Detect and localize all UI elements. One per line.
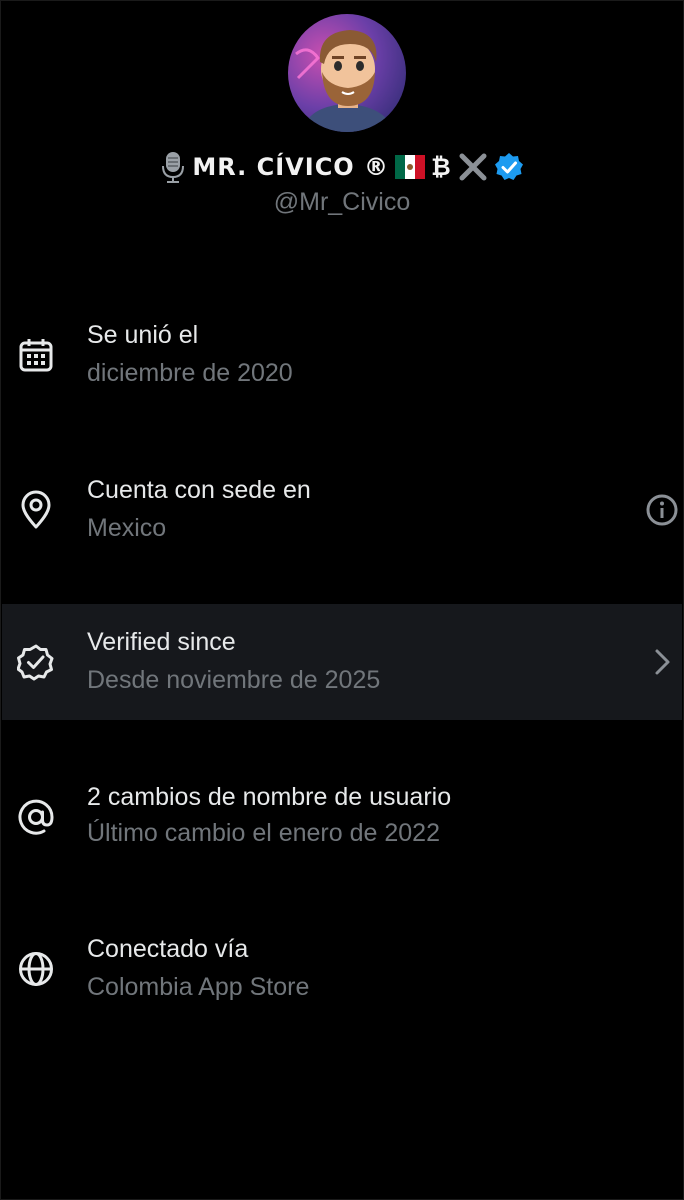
microphone-icon — [160, 150, 186, 184]
globe-icon — [16, 949, 56, 989]
row-subtitle: Último cambio el enero de 2022 — [87, 819, 440, 847]
row-subtitle: Mexico — [87, 514, 167, 542]
at-sign-icon — [16, 797, 56, 837]
chevron-right-icon — [644, 644, 680, 680]
verified-outline-icon — [16, 642, 56, 682]
display-name: MR. CÍVICO ® — [192, 153, 390, 181]
row-subtitle: Colombia App Store — [87, 973, 310, 1001]
username-changes-row: 2 cambios de nombre de usuario Último ca… — [2, 759, 682, 875]
info-icon[interactable] — [644, 492, 680, 528]
connected-via-row: Conectado vía Colombia App Store — [2, 911, 682, 1027]
joined-date-row: Se unió el diciembre de 2020 — [2, 297, 682, 413]
username-handle: @Mr_Civico — [273, 188, 411, 216]
avatar[interactable] — [288, 14, 406, 132]
x-logo-icon — [458, 152, 488, 182]
row-title: Se unió el — [87, 321, 199, 349]
row-subtitle: diciembre de 2020 — [87, 359, 293, 387]
row-title: Verified since — [87, 628, 236, 656]
calendar-icon — [16, 335, 56, 375]
row-title: Conectado vía — [87, 935, 249, 963]
bitcoin-symbol: ₿ — [431, 152, 452, 181]
account-location-row: Cuenta con sede en Mexico — [2, 452, 682, 568]
row-subtitle: Desde noviembre de 2025 — [87, 666, 381, 694]
location-pin-icon — [16, 490, 56, 530]
display-name-row: MR. CÍVICO ® ₿ — [0, 148, 684, 186]
verified-badge-icon[interactable] — [494, 152, 524, 182]
verified-since-row[interactable]: Verified since Desde noviembre de 2025 — [2, 604, 682, 720]
mexico-flag-icon — [395, 155, 426, 179]
row-title: Cuenta con sede en — [87, 476, 311, 504]
row-title: 2 cambios de nombre de usuario — [87, 783, 452, 811]
